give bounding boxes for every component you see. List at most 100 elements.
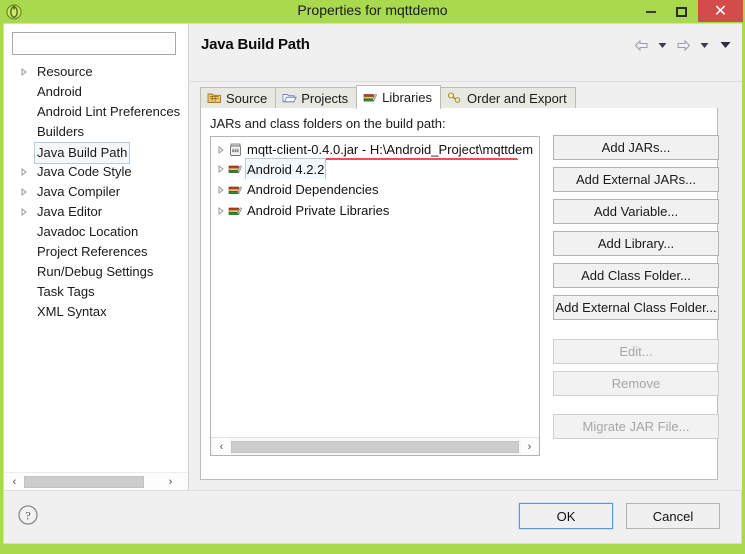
forward-menu-chevron-down-icon[interactable]: [695, 36, 713, 54]
sidebar-item-java-code-style[interactable]: Java Code Style: [4, 162, 188, 182]
list-item[interactable]: Android Dependencies: [211, 179, 539, 200]
library-icon: [228, 203, 244, 218]
list-item[interactable]: Android 4.2.2: [211, 158, 539, 179]
scrollbar-thumb[interactable]: [24, 476, 144, 488]
sidebar-item-run-debug-settings[interactable]: Run/Debug Settings: [4, 262, 188, 282]
migrate-jar-file-button[interactable]: Migrate JAR File...: [553, 414, 719, 439]
sidebar-item-label: XML Syntax: [37, 304, 107, 319]
libraries-list[interactable]: 010 mqtt-client-0.4.0.jar - H:\Android_P…: [210, 136, 540, 456]
sidebar-item-label: Java Code Style: [37, 164, 132, 179]
sidebar-item-label: Android Lint Preferences: [37, 104, 181, 119]
sidebar-item-label: Java Build Path: [34, 142, 131, 164]
header-divider: [190, 81, 742, 82]
add-library-button[interactable]: Add Library...: [553, 231, 719, 256]
list-item[interactable]: Android Private Libraries: [211, 200, 539, 221]
list-item-label: mqtt-client-0.4.0.jar - H:\Android_Proje…: [247, 142, 534, 157]
tab-label: Order and Export: [467, 91, 567, 106]
libraries-tab-panel: JARs and class folders on the build path…: [200, 108, 719, 480]
sidebar-item-label: Android: [37, 84, 82, 99]
dialog-footer: ? OK Cancel: [4, 490, 741, 543]
list-item-label: Android 4.2.2: [245, 158, 327, 179]
sidebar-item-java-compiler[interactable]: Java Compiler: [4, 182, 188, 202]
library-actions-column: Add JARs... Add External JARs... Add Var…: [553, 135, 719, 446]
maximize-icon: [675, 6, 687, 17]
title-bar: Properties for mqttdemo ✕: [0, 0, 745, 23]
scroll-left-arrow-icon[interactable]: ‹: [213, 438, 230, 455]
scroll-right-arrow-icon[interactable]: ›: [521, 438, 538, 455]
sidebar-item-label: Resource: [37, 64, 93, 79]
expand-arrow-icon[interactable]: [217, 200, 227, 221]
sidebar-item-xml-syntax[interactable]: XML Syntax: [4, 302, 188, 322]
list-item-label: Android Dependencies: [247, 182, 379, 197]
maximize-button[interactable]: [668, 0, 694, 23]
sidebar-item-android-lint-preferences[interactable]: Android Lint Preferences: [4, 102, 188, 122]
remove-button[interactable]: Remove: [553, 371, 719, 396]
sidebar-item-label: Java Compiler: [37, 184, 121, 199]
source-folder-icon: [207, 91, 222, 107]
sidebar-item-android[interactable]: Android: [4, 82, 188, 102]
jar-icon: 010: [228, 142, 244, 157]
sidebar-item-label: Javadoc Location: [37, 224, 139, 239]
tab-label: Projects: [301, 91, 349, 106]
view-menu-chevron-down-icon[interactable]: [716, 36, 734, 54]
scroll-left-arrow-icon[interactable]: ‹: [6, 473, 23, 490]
sidebar-item-builders[interactable]: Builders: [4, 122, 188, 142]
back-menu-chevron-down-icon[interactable]: [653, 36, 671, 54]
add-class-folder-button[interactable]: Add Class Folder...: [553, 263, 719, 288]
sidebar-item-project-references[interactable]: Project References: [4, 242, 188, 262]
expand-arrow-icon[interactable]: [20, 182, 30, 202]
sidebar-item-label: Java Editor: [37, 204, 103, 219]
list-item[interactable]: 010 mqtt-client-0.4.0.jar - H:\Android_P…: [211, 139, 539, 160]
page-title: Java Build Path: [201, 36, 310, 53]
library-icon: [228, 182, 244, 197]
minimize-icon: [646, 10, 656, 13]
projects-folder-icon: [282, 91, 297, 107]
sidebar-item-label: Task Tags: [37, 284, 95, 299]
add-jars-button[interactable]: Add JARs...: [553, 135, 719, 160]
sidebar-horizontal-scrollbar[interactable]: ‹ ›: [4, 472, 188, 490]
edit-button[interactable]: Edit...: [553, 339, 719, 364]
cancel-button[interactable]: Cancel: [626, 503, 720, 529]
tab-source[interactable]: Source: [200, 87, 277, 109]
list-item-label: Android Private Libraries: [247, 203, 390, 218]
add-variable-button[interactable]: Add Variable...: [553, 199, 719, 224]
ok-button[interactable]: OK: [518, 502, 614, 530]
expand-arrow-icon[interactable]: [20, 62, 30, 82]
tab-order-and-export[interactable]: Order and Export: [440, 87, 576, 109]
close-button[interactable]: ✕: [698, 0, 743, 22]
tab-projects[interactable]: Projects: [275, 87, 358, 109]
sidebar-item-javadoc-location[interactable]: Javadoc Location: [4, 222, 188, 242]
sidebar-item-task-tags[interactable]: Task Tags: [4, 282, 188, 302]
sidebar-item-java-build-path[interactable]: Java Build Path: [4, 142, 188, 164]
sidebar-item-resource[interactable]: Resource: [4, 62, 188, 82]
filter-search-input[interactable]: [12, 32, 176, 55]
svg-text:?: ?: [25, 509, 30, 523]
page-navigation-toolbar: [632, 36, 734, 54]
dialog-body: Resource Android Android Lint Preference…: [3, 23, 742, 544]
minimize-button[interactable]: [638, 0, 664, 23]
add-external-jars-button[interactable]: Add External JARs...: [553, 167, 719, 192]
tab-strip: Source Projects Libraries Order and Expo…: [200, 85, 576, 109]
libraries-horizontal-scrollbar[interactable]: ‹ ›: [211, 437, 539, 455]
tab-label: Source: [226, 91, 268, 106]
expand-arrow-icon[interactable]: [20, 202, 30, 222]
expand-arrow-icon[interactable]: [217, 179, 227, 200]
sidebar-item-label: Builders: [37, 124, 84, 139]
library-icon: [228, 161, 244, 176]
scroll-right-arrow-icon[interactable]: ›: [162, 473, 179, 490]
expand-arrow-icon[interactable]: [217, 139, 227, 160]
forward-arrow-icon[interactable]: [674, 36, 692, 54]
settings-tree: Resource Android Android Lint Preference…: [4, 62, 188, 482]
add-external-class-folder-button[interactable]: Add External Class Folder...: [553, 295, 719, 320]
expand-arrow-icon[interactable]: [20, 162, 30, 182]
expand-arrow-icon[interactable]: [217, 158, 227, 179]
back-arrow-icon[interactable]: [632, 36, 650, 54]
help-question-icon[interactable]: ?: [17, 504, 39, 526]
svg-text:010: 010: [232, 149, 239, 153]
properties-dialog-window: Properties for mqttdemo ✕ Resource Andro…: [0, 0, 745, 554]
tab-libraries[interactable]: Libraries: [356, 85, 442, 109]
order-export-icon: [447, 91, 463, 107]
sidebar-item-java-editor[interactable]: Java Editor: [4, 202, 188, 222]
settings-page: Java Build Path Source Projects Librarie…: [190, 24, 742, 490]
scrollbar-thumb[interactable]: [231, 441, 519, 453]
